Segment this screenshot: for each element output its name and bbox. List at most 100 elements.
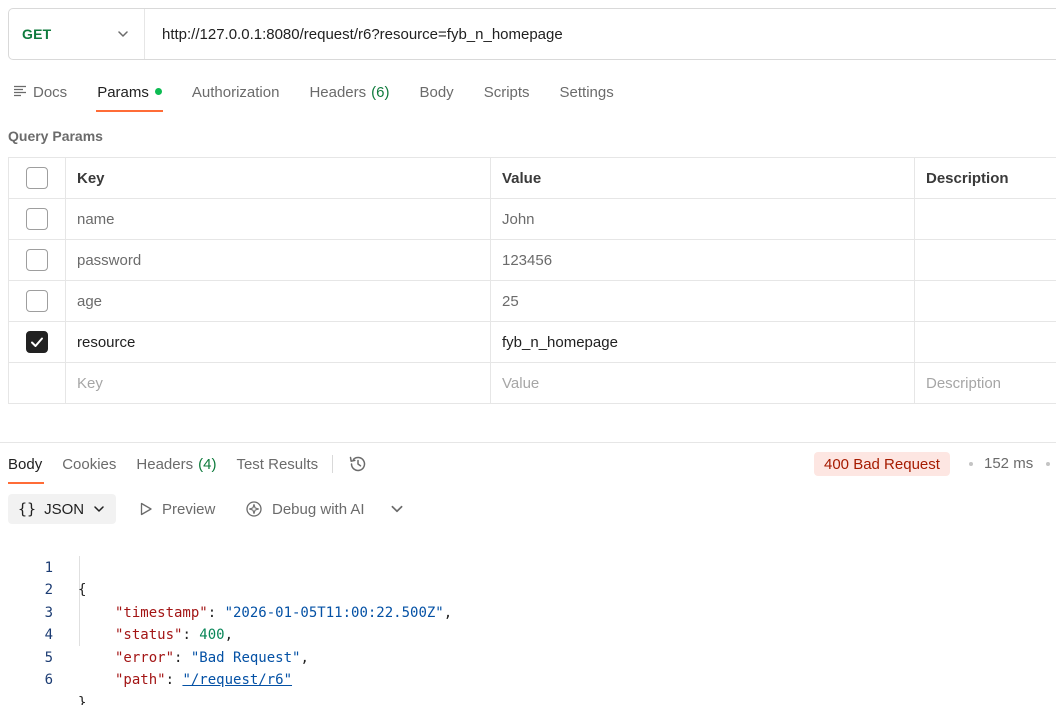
tab-cookies[interactable]: Cookies [52, 444, 126, 484]
tab-docs[interactable]: Docs [0, 72, 82, 112]
row-checkbox[interactable] [26, 290, 48, 312]
column-header-description: Description [914, 157, 1056, 199]
param-description[interactable] [914, 198, 1056, 240]
table-row: age 25 [8, 280, 1056, 322]
new-key-input[interactable]: Key [65, 362, 491, 404]
param-key[interactable]: name [65, 198, 491, 240]
line-number: 6 [44, 672, 53, 688]
tab-test-results[interactable]: Test Results [226, 444, 328, 484]
tab-response-headers-label: Headers [136, 455, 194, 473]
select-all-checkbox[interactable] [26, 167, 48, 189]
table-row: resource fyb_n_homepage [8, 321, 1056, 363]
table-header-row: Key Value Description [8, 157, 1056, 199]
response-time[interactable]: 152 ms [984, 455, 1033, 472]
column-header-value: Value [490, 157, 915, 199]
history-icon[interactable] [341, 444, 375, 484]
tab-settings[interactable]: Settings [545, 72, 629, 112]
status-badge[interactable]: 400 Bad Request [814, 452, 950, 476]
code-field: "path": "/request/r6" [115, 672, 293, 688]
column-header-key: Key [65, 157, 491, 199]
section-divider [0, 442, 1056, 443]
tab-response-body-label: Body [8, 455, 43, 473]
tab-response-headers[interactable]: Headers (4) [126, 444, 226, 484]
row-check-cell [8, 362, 66, 404]
format-select[interactable]: {} JSON [8, 494, 116, 524]
request-bar: GET http://127.0.0.1:8080/request/r6?res… [8, 8, 1056, 60]
tab-headers-count: (6) [371, 83, 390, 101]
code-line: 3 "status": 400, [0, 579, 1056, 644]
tab-test-results-label: Test Results [236, 455, 319, 473]
code-line: 6 } [0, 647, 1056, 705]
tab-scripts-label: Scripts [483, 83, 530, 101]
chevron-down-icon [92, 502, 106, 516]
params-active-dot [154, 87, 162, 95]
new-value-input[interactable]: Value [490, 362, 915, 404]
play-icon [140, 502, 152, 516]
param-key[interactable]: age [65, 280, 491, 322]
format-label: JSON [44, 500, 85, 518]
tab-docs-label: Docs [33, 83, 68, 101]
ai-sparkle-icon [246, 501, 262, 517]
param-description[interactable] [914, 280, 1056, 322]
tab-body[interactable]: Body [404, 72, 468, 112]
new-param-row: Key Value Description [8, 362, 1056, 404]
row-checkbox[interactable] [26, 208, 48, 230]
row-check-cell [8, 321, 66, 363]
tab-params[interactable]: Params [82, 72, 177, 112]
json-braces-icon: {} [18, 500, 37, 518]
param-key[interactable]: resource [65, 321, 491, 363]
tab-headers[interactable]: Headers (6) [294, 72, 404, 112]
debug-with-ai-label: Debug with AI [272, 500, 365, 518]
tab-separator [332, 455, 334, 473]
row-check-cell [8, 239, 66, 281]
docs-icon [13, 84, 27, 101]
row-checkbox-checked[interactable] [26, 331, 48, 353]
json-key: "path" [115, 672, 166, 688]
url-input[interactable]: http://127.0.0.1:8080/request/r6?resourc… [145, 9, 1056, 59]
select-all-cell [8, 157, 66, 199]
query-params-table: Key Value Description name John password… [8, 157, 1056, 404]
request-tabs: Docs Params Authorization Headers (6) Bo… [0, 72, 629, 112]
param-description[interactable] [914, 321, 1056, 363]
tab-params-label: Params [97, 83, 149, 101]
tab-response-body[interactable]: Body [0, 444, 52, 484]
more-options-button[interactable] [389, 494, 413, 524]
row-checkbox[interactable] [26, 249, 48, 271]
debug-with-ai-button[interactable]: Debug with AI [244, 494, 365, 524]
separator-dot [1046, 462, 1050, 466]
tab-cookies-label: Cookies [62, 455, 117, 473]
method-label: GET [22, 26, 52, 42]
param-key[interactable]: password [65, 239, 491, 281]
param-value[interactable]: 25 [490, 280, 915, 322]
separator-dot [969, 462, 973, 466]
tab-authorization[interactable]: Authorization [177, 72, 295, 112]
code-line: 2 "timestamp": "2026-01-05T11:00:22.500Z… [0, 557, 1056, 621]
row-check-cell [8, 280, 66, 322]
code-close-brace: } [78, 694, 87, 705]
json-path-link[interactable]: "/request/r6" [182, 672, 292, 688]
preview-button[interactable]: Preview [138, 494, 215, 524]
code-line: 1 { [0, 534, 1056, 599]
table-row: name John [8, 198, 1056, 240]
tab-scripts[interactable]: Scripts [469, 72, 545, 112]
query-params-title: Query Params [8, 128, 103, 144]
row-check-cell [8, 198, 66, 240]
response-body-viewer[interactable]: 1 { 2 "timestamp": "2026-01-05T11:00:22.… [0, 534, 1056, 705]
chevron-down-icon [116, 27, 130, 41]
param-value[interactable]: John [490, 198, 915, 240]
tab-headers-label: Headers [309, 83, 367, 101]
tab-response-headers-count: (4) [198, 455, 217, 473]
response-tabs: Body Cookies Headers (4) Test Results 40… [0, 444, 1056, 484]
tab-settings-label: Settings [559, 83, 614, 101]
check-icon [31, 337, 43, 347]
method-select[interactable]: GET [9, 9, 145, 59]
param-value[interactable]: fyb_n_homepage [490, 321, 915, 363]
param-value[interactable]: 123456 [490, 239, 915, 281]
new-description-input[interactable]: Description [914, 362, 1056, 404]
tab-authorization-label: Authorization [191, 83, 280, 101]
tab-body-label: Body [419, 83, 454, 101]
preview-label: Preview [162, 500, 216, 518]
table-row: password 123456 [8, 239, 1056, 281]
param-description[interactable] [914, 239, 1056, 281]
chevron-down-icon [391, 505, 403, 513]
